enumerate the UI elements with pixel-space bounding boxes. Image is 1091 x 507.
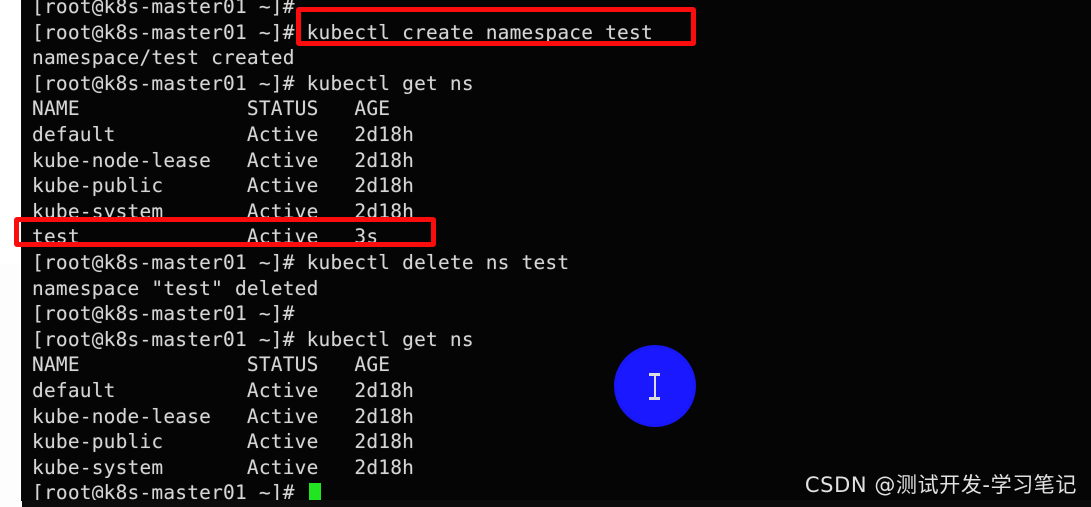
- terminal-line: kube-public Active 2d18h: [32, 430, 415, 454]
- background-row: [0, 264, 24, 295]
- terminal-line: default Active 2d18h: [32, 122, 415, 146]
- terminal-line: [root@k8s-master01 ~]# kubectl get ns: [32, 327, 474, 351]
- background-row: [0, 384, 24, 415]
- csdn-watermark: CSDN @测试开发-学习笔记: [804, 473, 1077, 497]
- terminal-line: kube-public Active 2d18h: [32, 174, 415, 198]
- i-beam-stem: [653, 374, 656, 398]
- terminal-window[interactable]: [root@k8s-master01 ~]# [root@k8s-master0…: [22, 0, 1091, 500]
- background-row: [0, 294, 24, 325]
- terminal-line: [root@k8s-master01 ~]#: [32, 302, 295, 326]
- terminal-line: kube-node-lease Active 2d18h: [32, 148, 415, 172]
- terminal-output: [root@k8s-master01 ~]# [root@k8s-master0…: [22, 0, 1091, 500]
- terminal-line: [root@k8s-master01 ~]# kubectl get ns: [32, 71, 474, 95]
- i-beam-bottom-bar: [649, 397, 660, 400]
- terminal-line: [root@k8s-master01 ~]#: [32, 0, 295, 18]
- terminal-line: NAME STATUS AGE: [32, 97, 391, 121]
- i-beam-cursor-icon: [649, 371, 660, 401]
- background-row: [0, 354, 24, 385]
- terminal-line: NAME STATUS AGE: [32, 353, 391, 377]
- terminal-line: kube-system Active 2d18h: [32, 199, 415, 223]
- terminal-line: namespace/test created: [32, 46, 295, 70]
- terminal-line: kube-node-lease Active 2d18h: [32, 404, 415, 428]
- terminal-line: [root@k8s-master01 ~]# kubectl delete ns…: [32, 250, 570, 274]
- terminal-line: default Active 2d18h: [32, 378, 415, 402]
- background-row: [0, 324, 24, 355]
- terminal-cursor: [308, 483, 321, 500]
- terminal-line: test Active 3s: [32, 225, 379, 249]
- background-row: [0, 414, 24, 445]
- terminal-prompt-text: [root@k8s-master01 ~]#: [32, 481, 307, 500]
- background-row: [0, 444, 24, 475]
- screenshot-root: [root@k8s-master01 ~]# [root@k8s-master0…: [0, 0, 1091, 507]
- terminal-line: [root@k8s-master01 ~]# kubectl create na…: [32, 20, 653, 44]
- terminal-bottom-edge: [22, 500, 1091, 507]
- background-row: [0, 474, 24, 507]
- cursor-highlight-circle: [614, 345, 696, 427]
- terminal-line: namespace "test" deleted: [32, 276, 319, 300]
